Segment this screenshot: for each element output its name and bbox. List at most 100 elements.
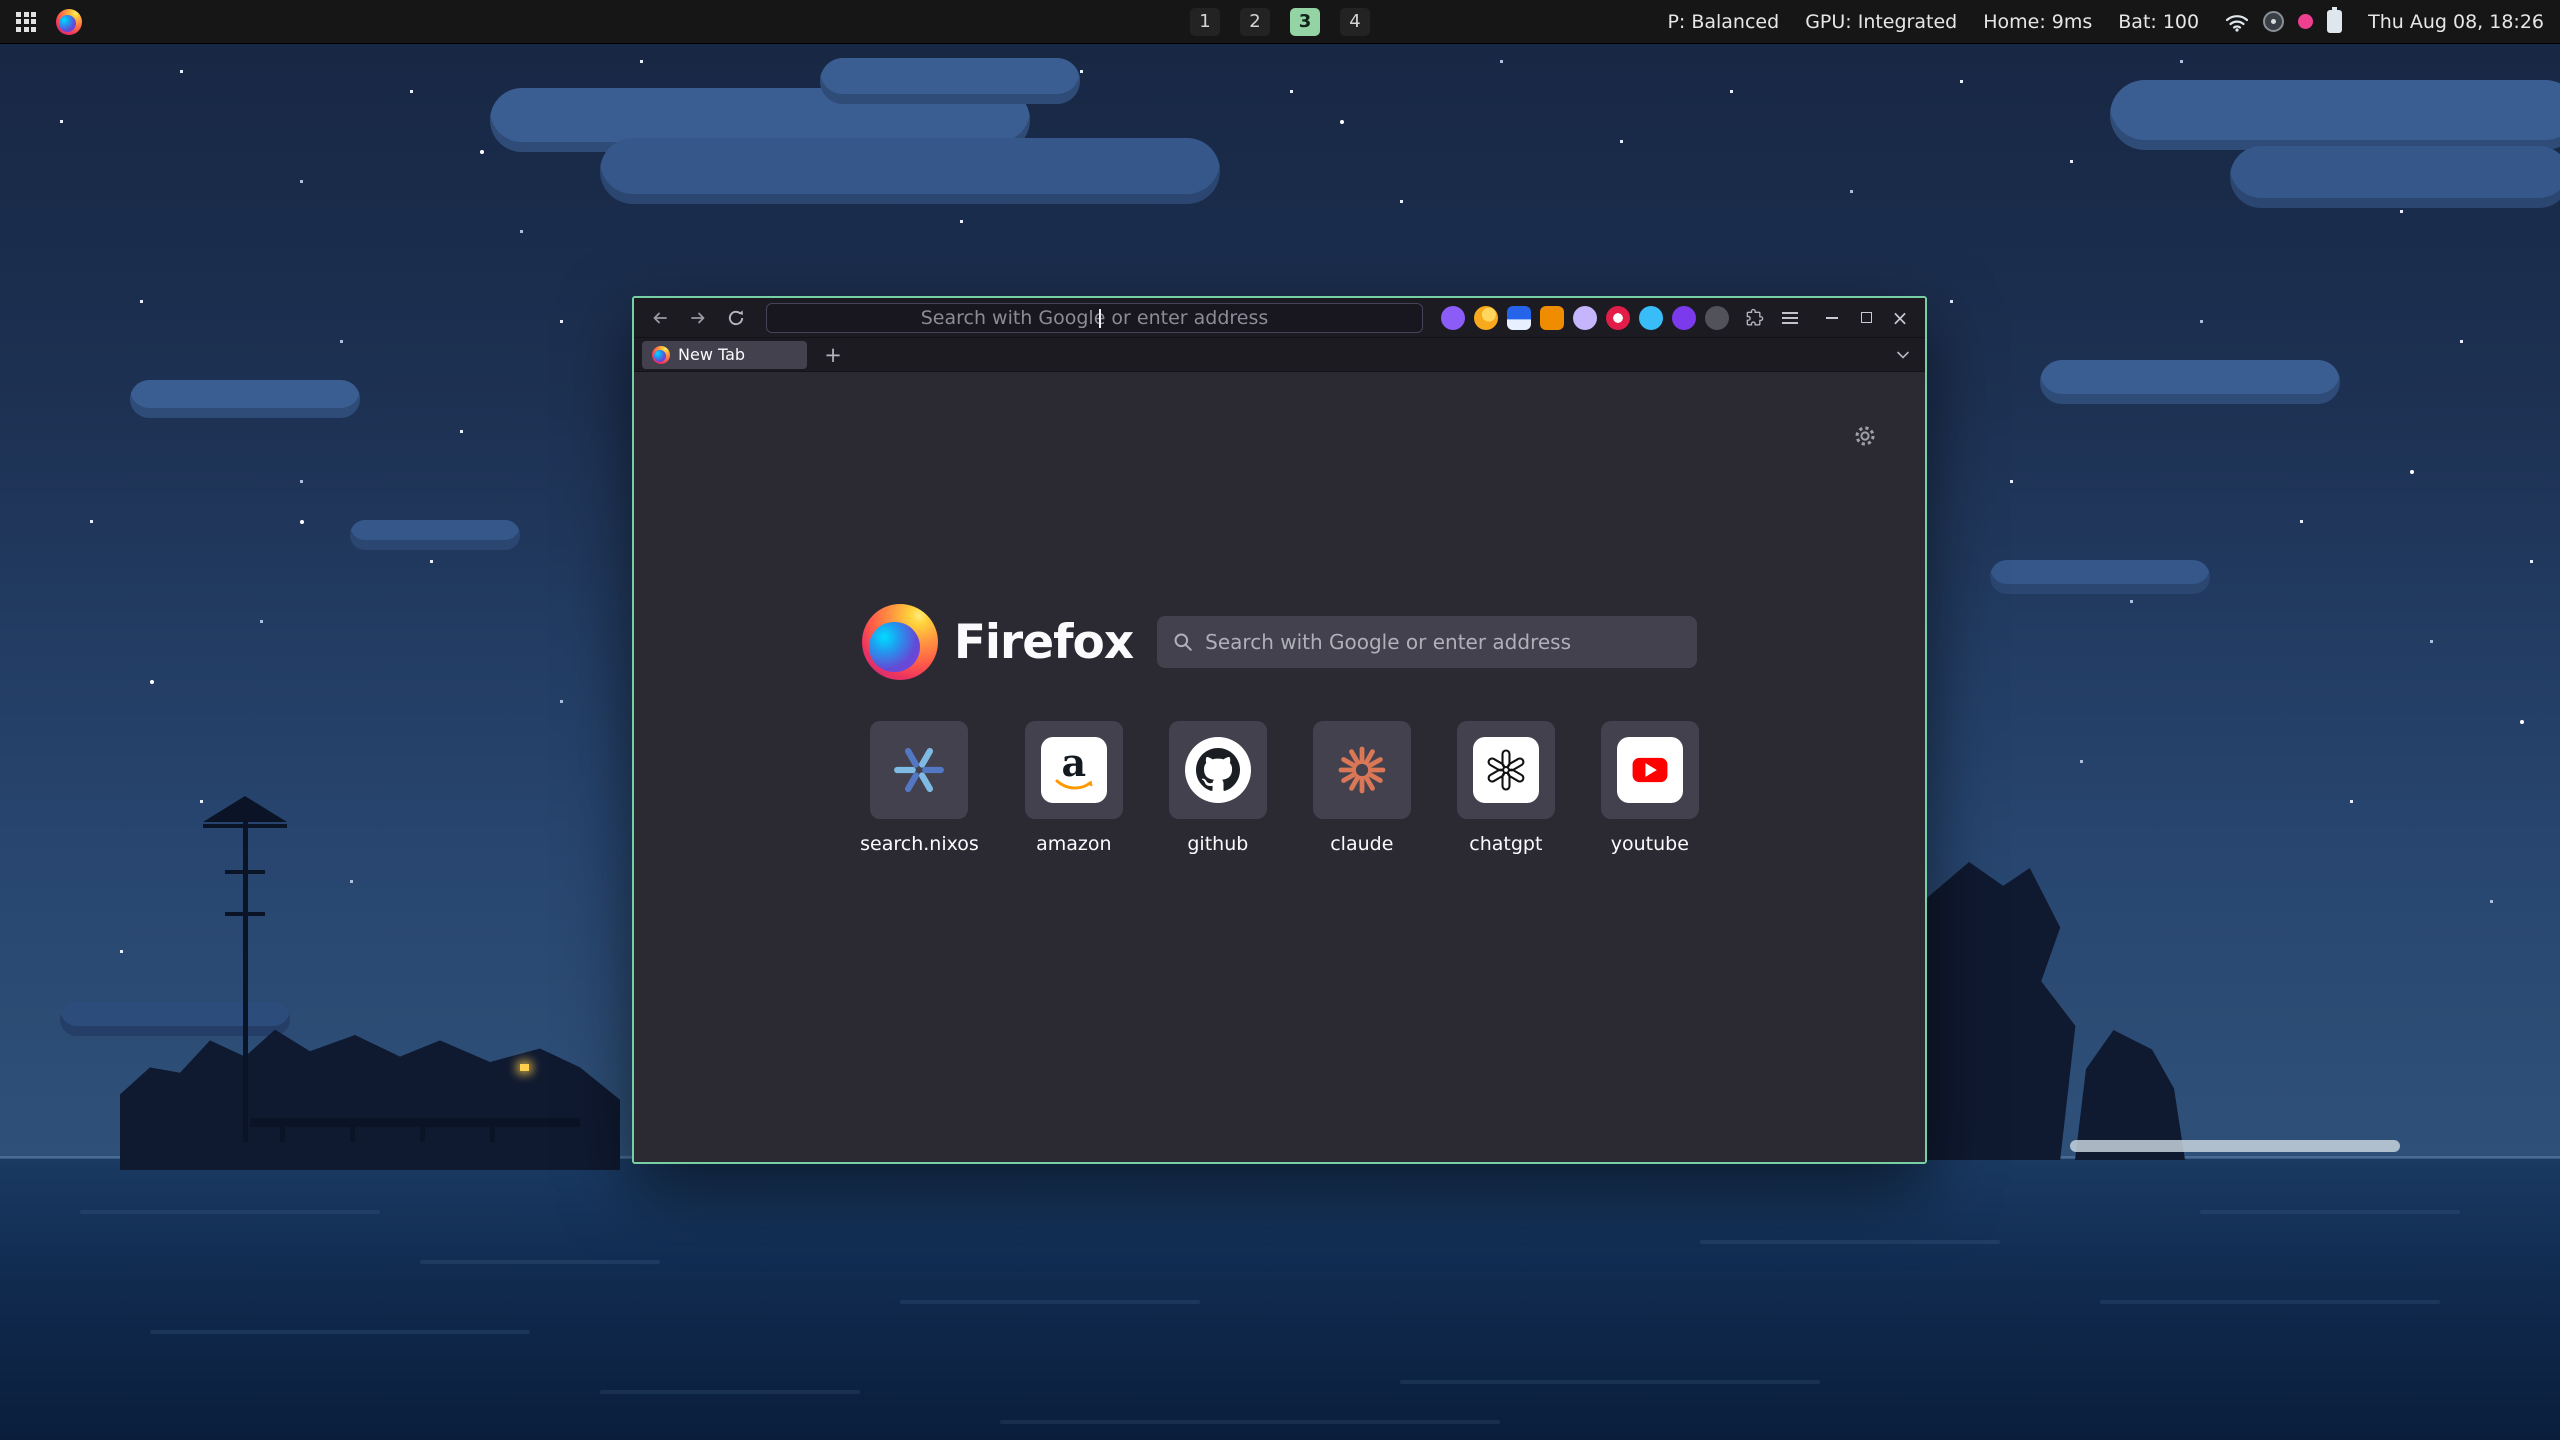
shortcut-youtube[interactable]: youtube: [1601, 721, 1699, 855]
wallpaper-tower: [243, 812, 248, 1142]
newtab-search-bar[interactable]: [1157, 616, 1697, 668]
status-modules: P: Balanced GPU: Integrated Home: 9ms Ba…: [1667, 10, 2544, 33]
tab-bar: New Tab +: [634, 338, 1925, 372]
wallpaper-cloud: [820, 58, 1080, 104]
wallpaper-cloud: [350, 520, 520, 550]
app-grid-icon[interactable]: [16, 12, 36, 32]
shortcut-search-nixos[interactable]: search.nixos: [860, 721, 979, 855]
extension-icon-5[interactable]: [1573, 306, 1597, 330]
shortcut-grid: search.nixos a amazon: [634, 721, 1925, 855]
navigation-toolbar: ×: [634, 298, 1925, 338]
wallpaper-cloud: [130, 380, 360, 418]
newtab-search-input[interactable]: [1205, 630, 1681, 654]
power-profile-status: P: Balanced: [1667, 11, 1779, 33]
wallpaper-wave: [80, 1210, 380, 1214]
wallpaper-pier-post: [420, 1124, 425, 1142]
tab-favicon-firefox: [652, 346, 670, 364]
minimize-button[interactable]: [1817, 304, 1847, 332]
battery-icon: [2327, 10, 2342, 33]
github-octocat-icon: [1185, 737, 1251, 803]
wallpaper-sand: [2070, 1140, 2400, 1152]
wallpaper-tower-roof: [203, 796, 287, 822]
wallpaper-cloud: [2110, 80, 2560, 150]
shortcut-tile: [870, 721, 968, 819]
amazon-icon: a: [1041, 737, 1107, 803]
extension-icon-3[interactable]: [1507, 306, 1531, 330]
url-bar[interactable]: [766, 303, 1423, 333]
shortcut-label: claude: [1330, 833, 1393, 855]
back-button[interactable]: [644, 303, 676, 333]
firefox-launcher-icon[interactable]: [56, 9, 82, 35]
wallpaper-pier: [250, 1118, 580, 1127]
wallpaper-ocean: [0, 1158, 2560, 1440]
wallpaper-wave: [2200, 1210, 2460, 1214]
active-tab[interactable]: New Tab: [642, 341, 807, 369]
openai-knot-icon: [1473, 737, 1539, 803]
wallpaper-cloud: [2040, 360, 2340, 404]
extension-icon-row: [1437, 306, 1733, 330]
list-tabs-chevron-icon[interactable]: [1889, 341, 1917, 369]
wallpaper-tower-bar: [203, 824, 287, 828]
wallpaper-wave: [600, 1390, 860, 1394]
shortcut-label: amazon: [1036, 833, 1111, 855]
nixos-snowflake-icon: [890, 741, 948, 799]
firefox-logo: [862, 604, 938, 680]
reload-button[interactable]: [720, 303, 752, 333]
clock: Thu Aug 08, 18:26: [2368, 11, 2544, 33]
shortcut-label: youtube: [1611, 833, 1689, 855]
keyring-icon: [2263, 11, 2284, 32]
shortcut-chatgpt[interactable]: chatgpt: [1457, 721, 1555, 855]
shortcut-claude[interactable]: claude: [1313, 721, 1411, 855]
extension-icon-7[interactable]: [1639, 306, 1663, 330]
shortcut-tile: [1169, 721, 1267, 819]
workspace-3-active[interactable]: 3: [1290, 8, 1320, 36]
shortcut-tile: [1457, 721, 1555, 819]
menu-hamburger-icon[interactable]: [1775, 303, 1805, 333]
forward-button[interactable]: [682, 303, 714, 333]
shortcut-label: github: [1187, 833, 1248, 855]
home-latency-status: Home: 9ms: [1983, 11, 2092, 33]
workspace-switcher: 1 2 3 4: [1190, 8, 1370, 36]
personalize-gear-icon[interactable]: [1847, 418, 1883, 454]
shortcut-amazon[interactable]: a amazon: [1025, 721, 1123, 855]
firefox-window: × New Tab + Firefox: [632, 296, 1927, 1164]
wallpaper-cloud: [1990, 560, 2210, 594]
wallpaper-wave: [1700, 1240, 2000, 1244]
text-caret: [1099, 309, 1101, 328]
newtab-hero: Firefox: [634, 604, 1925, 680]
shortcut-label: search.nixos: [860, 833, 979, 855]
wallpaper-wave: [420, 1260, 660, 1264]
wallpaper-wave: [1400, 1380, 1820, 1384]
firefox-wordmark: Firefox: [954, 615, 1133, 670]
workspace-2[interactable]: 2: [1240, 8, 1270, 36]
wallpaper-cloud: [600, 138, 1220, 204]
status-bar: 1 2 3 4 P: Balanced GPU: Integrated Home…: [0, 0, 2560, 44]
youtube-play-icon: [1617, 737, 1683, 803]
extensions-puzzle-icon[interactable]: [1739, 303, 1769, 333]
url-input[interactable]: [767, 307, 1422, 329]
wallpaper-pier-post: [350, 1124, 355, 1142]
extension-icon-2[interactable]: [1474, 306, 1498, 330]
window-controls: ×: [1817, 304, 1915, 332]
wallpaper-pier-post: [280, 1124, 285, 1142]
extension-icon-8[interactable]: [1672, 306, 1696, 330]
shortcut-tile: a: [1025, 721, 1123, 819]
firefox-brand: Firefox: [862, 604, 1133, 680]
maximize-button[interactable]: [1851, 304, 1881, 332]
extension-icon-4[interactable]: [1540, 306, 1564, 330]
wallpaper-wave: [150, 1330, 530, 1334]
extension-icon-9[interactable]: [1705, 306, 1729, 330]
workspace-1[interactable]: 1: [1190, 8, 1220, 36]
close-button[interactable]: ×: [1885, 304, 1915, 332]
extension-icon-1[interactable]: [1441, 306, 1465, 330]
gpu-status: GPU: Integrated: [1805, 11, 1957, 33]
wallpaper-wave: [1000, 1420, 1500, 1424]
newtab-page: Firefox: [634, 372, 1925, 1162]
wallpaper-cloud: [2230, 146, 2560, 208]
new-tab-button[interactable]: +: [819, 341, 847, 369]
extension-icon-6[interactable]: [1606, 306, 1630, 330]
workspace-4[interactable]: 4: [1340, 8, 1370, 36]
wallpaper-tower-bar: [225, 870, 265, 874]
battery-status: Bat: 100: [2118, 11, 2199, 33]
shortcut-github[interactable]: github: [1169, 721, 1267, 855]
